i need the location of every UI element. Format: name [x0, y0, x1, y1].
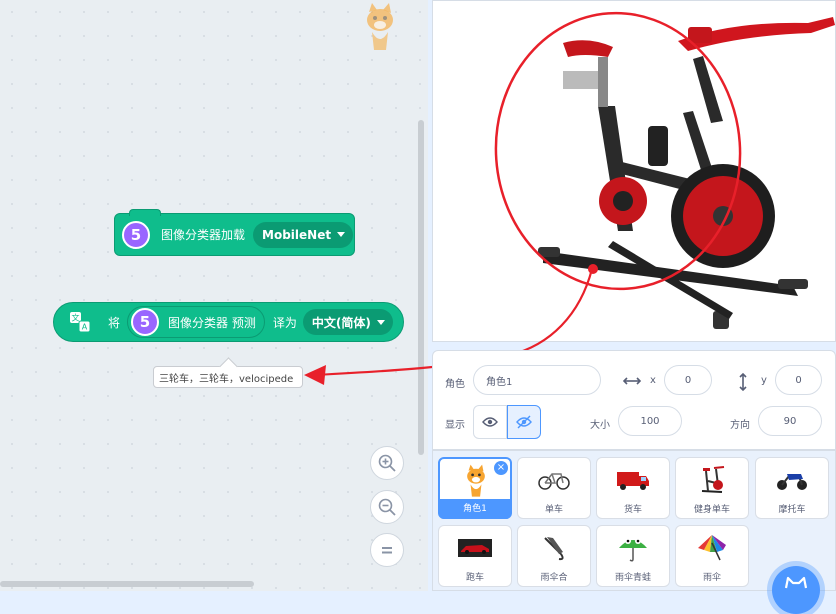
- model-dropdown[interactable]: MobileNet: [253, 221, 354, 248]
- sprite-name-input[interactable]: 角色1: [473, 365, 601, 395]
- sprite-tile-货车[interactable]: 货车: [596, 457, 670, 519]
- result-bubble: 三轮车，三轮车，velocipede: [153, 366, 303, 388]
- predict-block-label: 图像分类器 预测: [168, 315, 256, 330]
- sprite-tile-雨伞合[interactable]: 雨伞合: [517, 525, 591, 587]
- sprite-tile-name: 角色1: [440, 499, 510, 519]
- frog-umbrella-icon: [611, 532, 655, 564]
- code-horizontal-scrollbar[interactable]: [0, 581, 254, 587]
- equals-icon: [382, 547, 392, 554]
- motorcycle-icon: [770, 464, 814, 496]
- bicycle-icon: [532, 464, 576, 496]
- horizontal-arrows-icon: [622, 377, 642, 385]
- sprite-tile-单车[interactable]: 单车: [517, 457, 591, 519]
- image-classifier-load-block[interactable]: 5 图像分类器加载 MobileNet: [114, 209, 355, 256]
- cat-add-icon: [784, 576, 808, 589]
- eye-icon: [482, 417, 498, 427]
- zoom-reset-button[interactable]: [370, 533, 404, 567]
- zoom-out-icon: [378, 498, 396, 516]
- closed-umbrella-icon: [532, 532, 576, 564]
- chevron-down-icon: [337, 232, 346, 237]
- svg-text:文: 文: [72, 313, 80, 323]
- sprite-tile-角色1[interactable]: × 角色1: [438, 457, 512, 519]
- x-label: x: [650, 375, 656, 386]
- number-badge: 5: [131, 308, 160, 336]
- sprite-tile-name: 健身单车: [693, 505, 730, 515]
- umbrella-icon: [690, 532, 734, 564]
- eye-slash-icon: [516, 415, 532, 429]
- sprite-watermark-icon: [367, 3, 393, 50]
- sprite-tile-摩托车[interactable]: 摩托车: [755, 457, 829, 519]
- sprite-tile-name: 货车: [623, 505, 642, 515]
- sprite-tile-健身单车[interactable]: 健身单车: [675, 457, 749, 519]
- number-badge: 5: [122, 220, 150, 249]
- zoom-in-icon: [378, 454, 396, 472]
- load-block-label: 图像分类器加载: [161, 228, 246, 242]
- sprite-tile-雨伞青蛙[interactable]: 雨伞青蛙: [596, 525, 670, 587]
- add-sprite-button[interactable]: [772, 566, 820, 614]
- svg-text:A: A: [82, 323, 88, 332]
- delete-sprite-button[interactable]: ×: [494, 461, 508, 475]
- y-input[interactable]: 0: [775, 365, 822, 395]
- vertical-arrows-icon: [739, 372, 747, 392]
- show-button[interactable]: [473, 405, 507, 439]
- sprite-tile-雨伞[interactable]: 雨伞: [675, 525, 749, 587]
- image-classifier-predict-block[interactable]: 5 图像分类器 预测: [127, 306, 265, 338]
- hide-button[interactable]: [507, 405, 541, 439]
- direction-input[interactable]: 90: [758, 406, 822, 436]
- y-label: y: [761, 375, 767, 386]
- size-input[interactable]: 100: [618, 406, 682, 436]
- truck-icon: [611, 464, 655, 496]
- sprite-name-label: 角色: [445, 379, 465, 390]
- sprite-tile-name: 雨伞: [702, 573, 721, 583]
- sprite-tile-name: 单车: [544, 505, 563, 515]
- sprite-tile-name: 跑车: [465, 573, 484, 583]
- show-label: 显示: [445, 420, 465, 431]
- sprite-tile-name: 雨伞合: [540, 573, 568, 583]
- scratch-cat-icon: [454, 464, 498, 497]
- zoom-out-button[interactable]: [370, 490, 404, 524]
- direction-label: 方向: [730, 420, 750, 431]
- size-label: 大小: [590, 420, 610, 431]
- sprite-tile-跑车[interactable]: 跑车: [438, 525, 512, 587]
- model-dropdown-value: MobileNet: [262, 227, 332, 242]
- x-input[interactable]: 0: [664, 365, 712, 395]
- sprite-tile-name: 摩托车: [778, 505, 806, 515]
- translate-prefix-label: 将: [108, 315, 121, 330]
- translate-icon: 文 A: [70, 312, 91, 333]
- zoom-in-button[interactable]: [370, 446, 404, 480]
- sprite-tile-name: 雨伞青蛙: [614, 573, 651, 583]
- sports-car-icon: [453, 532, 497, 564]
- exercise-bike-icon: [690, 464, 734, 496]
